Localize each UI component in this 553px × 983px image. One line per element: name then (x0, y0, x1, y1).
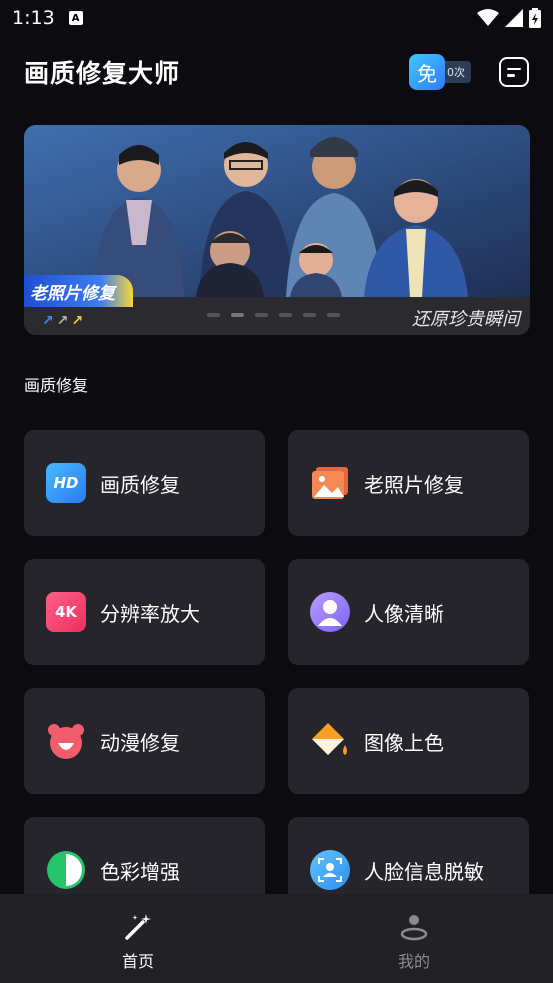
paint-bucket-icon (310, 721, 350, 761)
signal-icon (505, 9, 523, 27)
feature-card-old-photo[interactable]: 老照片修复 (288, 430, 529, 536)
hd-icon-text: HD (53, 474, 79, 492)
anime-bear-icon (46, 721, 86, 761)
section-title: 画质修复 (24, 376, 89, 395)
free-count: 0次 (443, 61, 471, 83)
arrow-icon: ↗ (71, 313, 84, 329)
carousel-dot[interactable] (207, 313, 220, 317)
hd-icon: HD (46, 463, 86, 503)
banner-arrows: ↗ ↗ ↗ (42, 313, 83, 329)
status-bar: 1:13 A (0, 0, 553, 36)
free-uses-badge[interactable]: 免 0次 (409, 54, 471, 90)
arrow-icon: ↗ (42, 313, 54, 329)
feature-card-resolution-upscale[interactable]: 4K 分辨率放大 (24, 559, 265, 665)
tab-home-label: 首页 (121, 952, 154, 971)
feature-card-quality-repair[interactable]: HD 画质修复 (24, 430, 265, 536)
battery-icon (529, 8, 541, 28)
feature-label: 分辨率放大 (100, 601, 200, 626)
feature-card-anime-repair[interactable]: 动漫修复 (24, 688, 265, 794)
tab-mine-label: 我的 (397, 952, 430, 971)
app-title: 画质修复大师 (24, 59, 181, 88)
tab-mine[interactable]: 我的 (276, 894, 552, 983)
feature-label: 人像清晰 (364, 601, 444, 626)
feature-label: 老照片修复 (364, 472, 464, 497)
feature-card-portrait-clear[interactable]: 人像清晰 (288, 559, 529, 665)
4k-icon-text: 4K (54, 603, 78, 621)
banner-slogan: 还原珍贵瞬间 (412, 309, 520, 330)
feature-label: 色彩增强 (100, 859, 180, 884)
status-time: 1:13 (12, 7, 55, 29)
carousel-dot[interactable] (255, 313, 268, 317)
menu-line-icon (507, 74, 515, 77)
tab-home[interactable]: 首页 (0, 894, 276, 983)
arrow-icon: ↗ (56, 313, 69, 329)
feature-label: 图像上色 (364, 730, 444, 755)
carousel-indicator (207, 313, 340, 317)
magic-wand-icon (125, 914, 151, 940)
notification-a-icon: A (68, 11, 83, 25)
banner-carousel[interactable]: 老照片修复 ↗ ↗ ↗ 还原珍贵瞬间 (24, 125, 530, 335)
wifi-icon (477, 9, 499, 26)
status-icons (477, 8, 541, 28)
menu-button[interactable] (499, 57, 529, 87)
color-enhance-icon (46, 850, 86, 890)
carousel-dot[interactable] (279, 313, 292, 317)
feature-label: 动漫修复 (100, 730, 180, 755)
bottom-tab-bar: 首页 我的 (0, 894, 553, 983)
feature-label: 画质修复 (100, 472, 180, 497)
old-photo-image (24, 125, 530, 297)
carousel-dot[interactable] (231, 313, 244, 317)
carousel-dot[interactable] (327, 313, 340, 317)
carousel-dot[interactable] (303, 313, 316, 317)
feature-label: 人脸信息脱敏 (364, 859, 484, 884)
app-header: 画质修复大师 免 0次 (0, 48, 553, 96)
feature-card-image-colorize[interactable]: 图像上色 (288, 688, 529, 794)
menu-line-icon (507, 67, 521, 70)
banner-tag: 老照片修复 (24, 275, 133, 307)
free-icon: 免 (409, 54, 445, 90)
face-scan-icon (310, 850, 350, 890)
old-photo-icon (310, 463, 350, 503)
4k-icon: 4K (46, 592, 86, 632)
portrait-icon (310, 592, 350, 632)
user-icon (400, 915, 428, 941)
